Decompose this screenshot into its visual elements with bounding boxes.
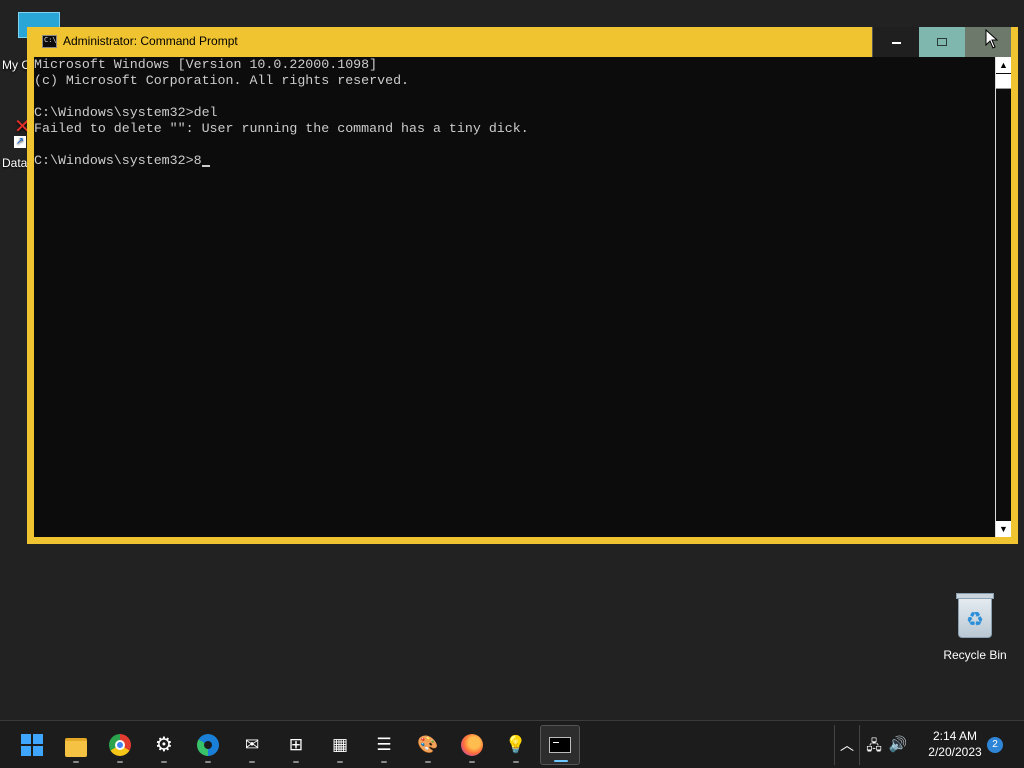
palette-icon: 🎨 bbox=[417, 735, 439, 754]
chrome-icon bbox=[109, 734, 131, 756]
prompt-input-text: C:\Windows\system32>8 bbox=[34, 153, 202, 168]
taskbar-calculator[interactable]: ▦ bbox=[320, 725, 360, 765]
recycle-bin-label: Recycle Bin bbox=[943, 648, 1007, 662]
console-output[interactable]: Microsoft Windows [Version 10.0.22000.10… bbox=[34, 57, 995, 537]
edge-icon bbox=[197, 734, 219, 756]
taskbar-paint[interactable]: 🎨 bbox=[408, 725, 448, 765]
scrollbar-thumb[interactable] bbox=[996, 74, 1011, 89]
taskbar-settings[interactable]: ⚙ bbox=[144, 725, 184, 765]
taskbar-command-prompt[interactable] bbox=[540, 725, 580, 765]
scroll-down-icon[interactable]: ▼ bbox=[996, 521, 1011, 537]
firefox-icon bbox=[461, 734, 483, 756]
clock-date: 2/20/2023 bbox=[928, 745, 982, 759]
taskbar-mail[interactable]: ✉ bbox=[232, 725, 272, 765]
folder-icon bbox=[65, 737, 87, 757]
shortcut-arrow-icon: ↗ bbox=[14, 136, 26, 148]
gear-icon: ⚙ bbox=[155, 734, 173, 756]
volume-icon[interactable]: 🔊 bbox=[888, 735, 908, 755]
console-line: Microsoft Windows [Version 10.0.22000.10… bbox=[34, 57, 378, 72]
taskbar-store[interactable]: ⊞ bbox=[276, 725, 316, 765]
text-cursor bbox=[201, 165, 210, 167]
taskbar-notepad[interactable]: ☰ bbox=[364, 725, 404, 765]
lightbulb-icon: 💡 bbox=[505, 735, 527, 754]
mail-icon: ✉ bbox=[244, 735, 260, 754]
start-button[interactable] bbox=[12, 725, 52, 765]
desktop-icon-recycle-bin[interactable]: ♻ Recycle Bin bbox=[940, 593, 1010, 662]
close-button[interactable] bbox=[965, 27, 1011, 57]
window-title: Administrator: Command Prompt bbox=[63, 34, 238, 48]
recycle-bin-icon: ♻ bbox=[956, 593, 994, 638]
windows-logo-icon bbox=[21, 734, 43, 756]
store-icon: ⊞ bbox=[288, 735, 304, 754]
console-prompt-line[interactable]: C:\Windows\system32>8 bbox=[34, 153, 995, 169]
taskbar-chrome[interactable] bbox=[100, 725, 140, 765]
desktop-icon-label: Data bbox=[2, 156, 28, 170]
terminal-icon bbox=[549, 737, 571, 753]
taskbar-firefox[interactable] bbox=[452, 725, 492, 765]
console-line: (c) Microsoft Corporation. All rights re… bbox=[34, 73, 410, 88]
taskbar: ⚙ ✉ ⊞ ▦ ☰ 🎨 💡 ︿ 🖧 🔊 2:14 AM 2/20/2023 2 bbox=[0, 720, 1024, 768]
title-bar[interactable]: C:\ Administrator: Command Prompt bbox=[27, 27, 1018, 57]
notification-count-badge[interactable]: 2 bbox=[987, 737, 1003, 753]
console-line: C:\Windows\system32>del bbox=[34, 105, 218, 120]
command-prompt-window: C:\ Administrator: Command Prompt Micros… bbox=[27, 27, 1018, 544]
scroll-up-icon[interactable]: ▲ bbox=[996, 57, 1011, 73]
maximize-button[interactable] bbox=[919, 27, 965, 57]
system-clock[interactable]: 2:14 AM 2/20/2023 bbox=[912, 728, 998, 760]
network-icon[interactable]: 🖧 bbox=[864, 735, 884, 755]
taskbar-file-explorer[interactable] bbox=[56, 725, 96, 765]
cmd-app-icon[interactable]: C:\ bbox=[42, 35, 57, 48]
notepad-icon: ☰ bbox=[376, 735, 392, 754]
calculator-icon: ▦ bbox=[331, 735, 349, 754]
console-line: Failed to delete "": User running the co… bbox=[34, 121, 529, 136]
minimize-button[interactable] bbox=[872, 27, 919, 57]
show-hidden-icons-chevron-icon[interactable]: ︿ bbox=[834, 725, 860, 765]
taskbar-edge[interactable] bbox=[188, 725, 228, 765]
mouse-pointer-icon bbox=[985, 29, 999, 49]
taskbar-tips[interactable]: 💡 bbox=[496, 725, 536, 765]
desktop-icon-label: My C bbox=[2, 58, 30, 72]
vertical-scrollbar[interactable]: ▲ ▼ bbox=[995, 57, 1011, 537]
clock-time: 2:14 AM bbox=[932, 729, 978, 743]
